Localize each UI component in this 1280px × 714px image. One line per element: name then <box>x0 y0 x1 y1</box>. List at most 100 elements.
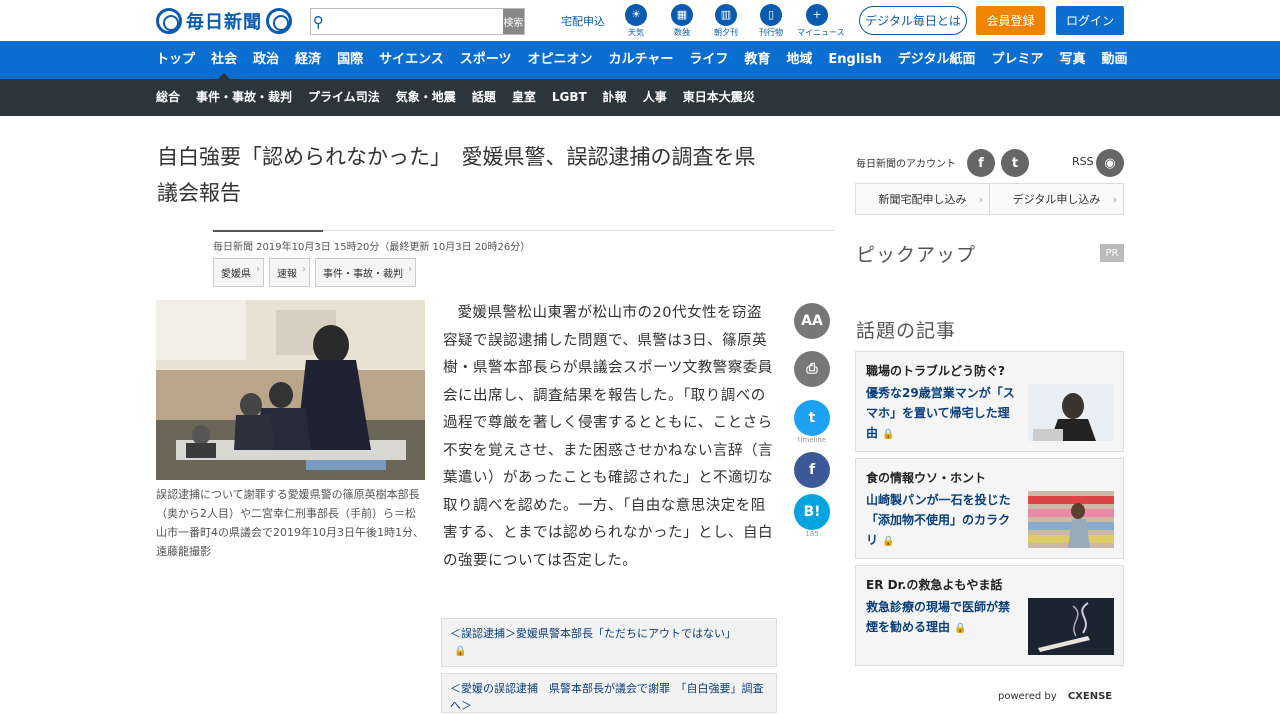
publication-label: 刊行物 <box>759 28 783 37</box>
main-nav: トップ 社会 政治 経済 国際 サイエンス スポーツ オピニオン カルチャー ライフ 教育 地域 Eng… <box>0 41 1280 79</box>
rss-icon[interactable]: ◉ <box>1096 149 1124 177</box>
nav-item[interactable]: プレミア <box>984 41 1052 79</box>
card-desc-text: 救急診療の現場で医師が禁煙を勧める理由 <box>866 600 1011 634</box>
nav-item[interactable]: 経済 <box>287 41 329 79</box>
nav-item[interactable]: 社会 <box>203 41 245 79</box>
related-link-text: ＜誤認逮捕＞愛媛県警本部長「ただちにアウトではない」 <box>450 627 736 640</box>
related-link-text: ＜愛媛の誤認逮捕 県警本部長が議会で謝罪 「自白強要」調査へ＞ <box>450 682 764 712</box>
nav-item[interactable]: サイエンス <box>371 41 452 79</box>
delivery-link[interactable]: 宅配申込 <box>561 13 605 29</box>
nav-item[interactable]: 地域 <box>778 41 820 79</box>
sudoku-label: 数独 <box>674 28 690 37</box>
tag-incidents[interactable]: 事件・事故・裁判 <box>315 258 416 287</box>
logo-eye-icon <box>266 8 292 34</box>
nav-item[interactable]: デジタル紙面 <box>890 41 984 79</box>
card-image <box>1028 598 1114 655</box>
twitter-account-icon[interactable]: t <box>1001 149 1029 177</box>
digital-subscribe-link[interactable]: デジタル申し込み <box>990 184 1123 214</box>
search-button[interactable]: 検索 <box>502 9 524 34</box>
subnav-item[interactable]: 訃報 <box>595 79 635 116</box>
topic-card[interactable]: 食の情報ウソ・ホント 山崎製パンが一石を投じた「添加物不使用」のカラクリ 🔒 <box>855 458 1124 559</box>
newspaper-link[interactable]: ▥ 朝夕刊 <box>706 4 746 38</box>
newspaper-icon: ▥ <box>715 4 737 26</box>
card-desc: 救急診療の現場で医師が禁煙を勧める理由 🔒 <box>866 597 1021 639</box>
logo-text: 毎日新聞 <box>186 12 262 33</box>
article-photo[interactable] <box>156 300 425 480</box>
publication-link[interactable]: ▯ 刊行物 <box>751 4 791 38</box>
facebook-icon: f <box>794 452 830 488</box>
nav-item[interactable]: 国際 <box>329 41 371 79</box>
hatena-share-button[interactable]: B! 185 <box>794 494 830 538</box>
hatena-count: 185 <box>805 530 819 538</box>
pr-badge: PR <box>1100 244 1124 262</box>
dateline: 毎日新聞 2019年10月3日 15時20分（最終更新 10月3日 20時26分… <box>213 242 531 253</box>
subnav-item[interactable]: 皇室 <box>504 79 544 116</box>
powered-by: powered by CXENSE <box>998 691 1112 702</box>
print-button[interactable]: ⎙ <box>794 351 830 387</box>
nav-item[interactable]: 写真 <box>1052 41 1094 79</box>
topic-card[interactable]: ER Dr.の救急よもやま話 救急診療の現場で医師が禁煙を勧める理由 🔒 <box>855 565 1124 666</box>
related-link-1[interactable]: ＜誤認逮捕＞愛媛県警本部長「ただちにアウトではない」 🔒 <box>441 618 777 667</box>
powered-by-label: powered by <box>998 691 1057 702</box>
topics-heading: 話題の記事 <box>856 320 957 342</box>
subnav-item[interactable]: LGBT <box>544 79 595 116</box>
nav-item[interactable]: 政治 <box>245 41 287 79</box>
sudoku-link[interactable]: ▦ 数独 <box>662 4 702 38</box>
paper-subscribe-link[interactable]: 新聞宅配申し込み <box>856 184 990 214</box>
card-desc: 山崎製パンが一石を投じた「添加物不使用」のカラクリ 🔒 <box>866 490 1021 552</box>
facebook-account-icon[interactable]: f <box>967 149 995 177</box>
subnav-item[interactable]: 人事 <box>635 79 675 116</box>
nav-item[interactable]: ライフ <box>681 41 736 79</box>
digital-about-button[interactable]: デジタル毎日とは <box>859 6 967 35</box>
photo-image <box>156 300 425 480</box>
nav-item[interactable]: オピニオン <box>519 41 600 79</box>
title-divider <box>213 230 834 232</box>
logo-eye-icon <box>156 8 182 34</box>
hatena-icon: B! <box>794 494 830 530</box>
article-title: 自白強要「認められなかった」 愛媛県警、誤認逮捕の調査を県 議会報告 <box>157 139 837 211</box>
lock-icon: 🔒 <box>882 429 895 440</box>
subnav-item[interactable]: 総合 <box>148 79 188 116</box>
nav-item[interactable]: English <box>820 41 889 79</box>
rss-label[interactable]: RSS <box>1072 155 1094 168</box>
title-line-2: 議会報告 <box>157 181 241 205</box>
account-label: 毎日新聞のアカウント <box>856 159 956 170</box>
subnav-item[interactable]: プライム司法 <box>300 79 388 116</box>
search-icon: ⚲ <box>312 12 324 31</box>
sub-nav: 総合 事件・事故・裁判 プライム司法 気象・地震 話題 皇室 LGBT 訃報 人事 東日本大震災 <box>0 79 1280 116</box>
related-link-2[interactable]: ＜愛媛の誤認逮捕 県警本部長が議会で謝罪 「自白強要」調査へ＞ <box>441 673 777 713</box>
tag-ehime[interactable]: 愛媛県 <box>213 258 264 287</box>
nav-item[interactable]: カルチャー <box>600 41 681 79</box>
cxense-logo: CXENSE <box>1067 691 1113 702</box>
subnav-item[interactable]: 気象・地震 <box>388 79 464 116</box>
login-button[interactable]: ログイン <box>1056 6 1124 35</box>
subnav-item[interactable]: 東日本大震災 <box>675 79 763 116</box>
twitter-label: timeline <box>797 436 827 444</box>
nav-item[interactable]: 動画 <box>1094 41 1136 79</box>
facebook-share-button[interactable]: f <box>794 452 830 488</box>
mynews-link[interactable]: + マイニュース <box>797 4 845 38</box>
card-desc: 優秀な29歳営業マンが「スマホ」を置いて帰宅した理由 🔒 <box>866 383 1021 445</box>
lock-icon: 🔒 <box>454 646 467 657</box>
twitter-share-button[interactable]: t timeline <box>794 400 830 444</box>
nav-item[interactable]: スポーツ <box>452 41 520 79</box>
font-size-button[interactable]: AA <box>794 303 830 339</box>
register-button[interactable]: 会員登録 <box>976 6 1045 35</box>
article-body: 愛媛県警松山東署が松山市の20代女性を窃盗容疑で誤認逮捕した問題で、県警は3日、… <box>443 305 773 569</box>
site-logo[interactable]: 毎日新聞 <box>156 7 292 35</box>
search-input[interactable] <box>325 9 503 34</box>
mynews-label: マイニュース <box>797 28 845 37</box>
nav-item[interactable]: トップ <box>148 41 203 79</box>
twitter-icon: t <box>794 400 830 436</box>
weather-link[interactable]: ☀ 天気 <box>616 4 656 38</box>
lock-icon: 🔒 <box>882 536 895 547</box>
topic-card[interactable]: 職場のトラブルどう防ぐ? 優秀な29歳営業マンが「スマホ」を置いて帰宅した理由 🔒 <box>855 351 1124 452</box>
tag-list: 愛媛県 速報 事件・事故・裁判 <box>213 258 416 287</box>
subnav-item[interactable]: 話題 <box>464 79 504 116</box>
tag-breaking[interactable]: 速報 <box>269 258 310 287</box>
subscription-links: 新聞宅配申し込み デジタル申し込み <box>855 183 1124 215</box>
font-size-icon: AA <box>794 303 830 339</box>
search-box: ⚲ 検索 <box>310 8 525 35</box>
nav-item[interactable]: 教育 <box>736 41 778 79</box>
subnav-item[interactable]: 事件・事故・裁判 <box>188 79 300 116</box>
